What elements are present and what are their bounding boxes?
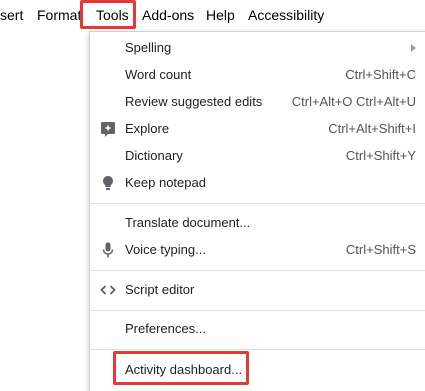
menu-item-shortcut: Ctrl+Alt+Shift+I xyxy=(328,121,416,136)
code-icon xyxy=(99,281,117,299)
menu-item-keep-notepad[interactable]: Keep notepad xyxy=(90,170,425,196)
menu-item-label: Voice typing... xyxy=(125,242,206,257)
menu-item-shortcut: Ctrl+Alt+O Ctrl+Alt+U xyxy=(291,94,416,109)
menu-separator xyxy=(90,310,425,311)
menu-item-shortcut: Ctrl+Shift+S xyxy=(345,242,416,257)
menu-item-review-suggested-edits[interactable]: Review suggested edits Ctrl+Alt+O Ctrl+A… xyxy=(90,89,425,115)
menu-item-script-editor[interactable]: Script editor xyxy=(90,277,425,303)
menu-help[interactable]: Help xyxy=(206,0,235,31)
explore-icon xyxy=(99,120,117,138)
menu-item-label: Translate document... xyxy=(125,215,251,230)
menu-item-explore[interactable]: Explore Ctrl+Alt+Shift+I xyxy=(90,116,425,142)
menu-item-label: Explore xyxy=(125,121,170,136)
menu-addons[interactable]: Add-ons xyxy=(142,0,194,31)
activity-dashboard-highlight-box xyxy=(113,351,249,385)
lightbulb-icon xyxy=(99,174,117,192)
menu-item-dictionary[interactable]: Dictionary Ctrl+Shift+Y xyxy=(90,143,425,169)
menu-separator xyxy=(90,349,425,350)
menu-item-label: Review suggested edits xyxy=(125,94,263,109)
menu-item-spelling[interactable]: Spelling xyxy=(90,35,425,61)
menu-item-voice-typing[interactable]: Voice typing... Ctrl+Shift+S xyxy=(90,237,425,263)
menu-item-label: Word count xyxy=(125,67,192,82)
submenu-arrow-icon xyxy=(411,44,416,52)
menu-item-shortcut: Ctrl+Shift+Y xyxy=(345,148,416,163)
menubar: sert Format Tools Add-ons Help Accessibi… xyxy=(0,0,425,31)
menu-insert[interactable]: sert xyxy=(0,0,23,31)
docs-window: sert Format Tools Add-ons Help Accessibi… xyxy=(0,0,425,391)
tools-highlight-box xyxy=(80,0,136,29)
menu-item-translate-document[interactable]: Translate document... xyxy=(90,210,425,236)
menu-item-label: Preferences... xyxy=(125,321,206,336)
menu-separator xyxy=(90,203,425,204)
microphone-icon xyxy=(99,241,117,259)
menu-format[interactable]: Format xyxy=(37,0,81,31)
menu-separator xyxy=(90,270,425,271)
menu-item-shortcut: Ctrl+Shift+C xyxy=(345,67,416,82)
menu-item-preferences[interactable]: Preferences... xyxy=(90,316,425,342)
menu-item-label: Keep notepad xyxy=(125,175,206,190)
menu-item-label: Script editor xyxy=(125,282,195,297)
menu-item-label: Spelling xyxy=(125,40,172,55)
menu-item-label: Dictionary xyxy=(125,148,183,163)
menu-accessibility[interactable]: Accessibility xyxy=(248,0,324,31)
menu-item-word-count[interactable]: Word count Ctrl+Shift+C xyxy=(90,62,425,88)
tools-dropdown-menu: Spelling Word count Ctrl+Shift+C Review … xyxy=(89,31,425,391)
